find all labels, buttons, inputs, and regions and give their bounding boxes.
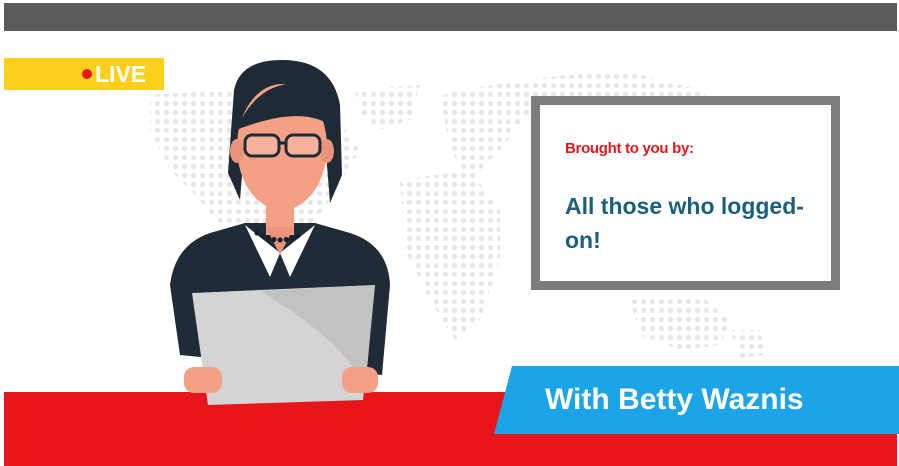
sponsor-label: Brought to you by:	[565, 140, 694, 157]
presenter-illustration	[170, 60, 390, 405]
sponsor-box: Brought to you by: All those who logged-…	[531, 96, 840, 290]
sponsor-text: All those who logged-on!	[565, 193, 804, 253]
anchor-name: With Betty Waznis	[545, 383, 804, 416]
live-label: LIVE	[95, 61, 147, 87]
live-dot-icon	[82, 69, 92, 79]
live-badge: LIVE	[4, 58, 164, 90]
